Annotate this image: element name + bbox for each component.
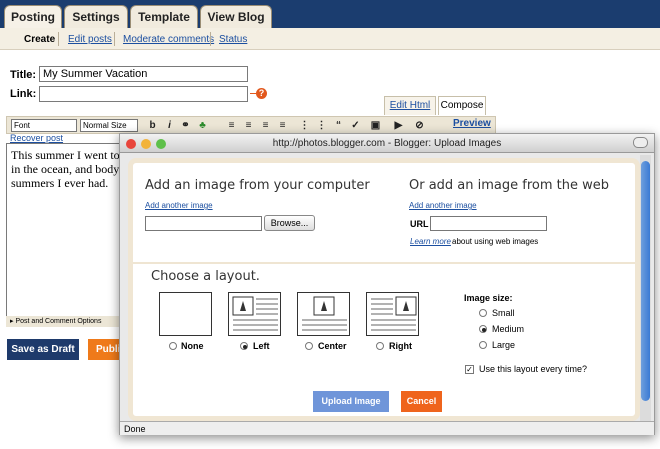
align-center-icon[interactable]: ≡ (242, 119, 255, 132)
image-size-heading: Image size: (464, 293, 513, 303)
post-editor[interactable]: This summer I went to in the ocean, and … (6, 143, 126, 318)
bold-icon[interactable]: b (146, 119, 159, 132)
image-icon[interactable]: ▣ (369, 119, 382, 132)
post-options-toggle[interactable]: ▸ Post and Comment Options (6, 316, 126, 327)
size-small-label: Small (492, 308, 515, 318)
add-another-image-link[interactable]: Add another image (145, 201, 213, 210)
status-bar: Done (120, 421, 654, 435)
layout-left-preview-graphic (232, 296, 278, 331)
learn-more-link[interactable]: Learn more (410, 237, 451, 246)
status-text: Done (124, 424, 146, 434)
triangle-right-icon: ▸ (10, 318, 14, 325)
cancel-button[interactable]: Cancel (401, 391, 442, 412)
size-medium-label: Medium (492, 324, 525, 334)
url-input[interactable] (430, 216, 547, 231)
layout-left-radio[interactable] (240, 342, 248, 350)
sub-nav-bar: Create Edit posts Moderate comments Stat… (0, 28, 660, 50)
color-icon[interactable]: ♣ (196, 119, 209, 132)
spellcheck-icon[interactable]: ✓ (349, 119, 362, 132)
dialog-titlebar: http://photos.blogger.com - Blogger: Upl… (120, 134, 654, 153)
dialog-scrollbar[interactable] (640, 155, 651, 421)
layout-left-preview[interactable] (228, 292, 281, 336)
numbered-list-icon[interactable]: ⋮ (298, 119, 311, 132)
close-icon[interactable] (126, 139, 136, 149)
tab-edit-html[interactable]: Edit Html (384, 96, 436, 115)
link-icon[interactable]: ⚭ (179, 119, 192, 132)
remember-layout-label: Use this layout every time? (479, 364, 588, 374)
upload-panel: Add an image from your computer Or add a… (128, 158, 640, 421)
size-medium-radio[interactable] (479, 325, 487, 333)
layout-right-preview[interactable] (366, 292, 419, 336)
top-nav-bar: Posting Settings Template View Blog (0, 0, 660, 28)
help-icon[interactable]: ? (256, 88, 267, 99)
layout-center-preview-graphic (302, 296, 347, 331)
video-icon[interactable]: ▶ (392, 119, 405, 132)
section-divider (133, 262, 635, 264)
remember-layout-checkbox[interactable]: ✓ (465, 365, 474, 374)
layout-center-label: Center (318, 341, 347, 351)
browse-button[interactable]: Browse... (264, 215, 315, 231)
tab-template[interactable]: Template (130, 5, 198, 28)
file-path-input[interactable] (145, 216, 262, 231)
preview-link[interactable]: Preview (453, 118, 491, 129)
recover-post-link[interactable]: Recover post (10, 133, 63, 143)
divider (58, 32, 59, 46)
layout-none-radio[interactable] (169, 342, 177, 350)
size-large-label: Large (492, 340, 516, 350)
tab-view-blog[interactable]: View Blog (200, 5, 272, 28)
layout-right-label: Right (389, 341, 412, 351)
font-select[interactable]: Font (11, 119, 77, 132)
link-input[interactable] (39, 86, 248, 102)
justify-icon[interactable]: ≡ (276, 119, 289, 132)
save-draft-button[interactable]: Save as Draft (7, 339, 79, 360)
bullet-list-icon[interactable]: ⋮ (315, 119, 328, 132)
size-large-radio[interactable] (479, 341, 487, 349)
web-heading: Or add an image from the web (409, 178, 610, 193)
add-another-web-image-link[interactable]: Add another image (409, 201, 477, 210)
link-label: Link: (10, 88, 37, 100)
size-select[interactable]: Normal Size (80, 119, 138, 132)
url-label: URL (410, 219, 429, 229)
toolbar-toggle-icon[interactable] (633, 137, 648, 148)
title-input[interactable]: My Summer Vacation (39, 66, 248, 82)
layout-right-preview-graphic (371, 296, 417, 331)
post-options-label: Post and Comment Options (15, 318, 102, 325)
publish-button[interactable]: Publis (88, 339, 126, 360)
scrollbar-thumb[interactable] (641, 161, 650, 401)
tab-posting[interactable]: Posting (4, 5, 62, 28)
layout-left-label: Left (253, 341, 270, 351)
dialog-title: http://photos.blogger.com - Blogger: Upl… (272, 138, 502, 149)
tab-settings[interactable]: Settings (64, 5, 128, 28)
tab-compose[interactable]: Compose (438, 96, 486, 115)
zoom-icon[interactable] (156, 139, 166, 149)
size-small-radio[interactable] (479, 309, 487, 317)
subtab-edit-posts[interactable]: Edit posts (68, 34, 112, 45)
subtab-status[interactable]: Status (219, 34, 247, 45)
layout-heading: Choose a layout. (151, 269, 260, 284)
layout-none-label: None (181, 341, 204, 351)
title-label: Title: (10, 69, 37, 81)
subtab-create[interactable]: Create (24, 34, 55, 45)
align-left-icon[interactable]: ≡ (225, 119, 238, 132)
layout-center-preview[interactable] (297, 292, 350, 336)
blockquote-icon[interactable]: “ (332, 119, 345, 132)
align-right-icon[interactable]: ≡ (259, 119, 272, 132)
subtab-moderate-comments[interactable]: Moderate comments (123, 34, 214, 45)
minimize-icon[interactable] (141, 139, 151, 149)
upload-images-dialog: http://photos.blogger.com - Blogger: Upl… (119, 133, 655, 435)
editor-toolbar: Font Normal Size b i ⚭ ♣ ≡ ≡ ≡ ≡ ⋮ ⋮ “ ✓… (6, 116, 496, 134)
layout-right-radio[interactable] (376, 342, 384, 350)
divider (114, 32, 115, 46)
layout-center-radio[interactable] (305, 342, 313, 350)
remove-format-icon[interactable]: ⊘ (413, 119, 426, 132)
divider (210, 32, 211, 46)
learn-more-text: about using web images (452, 237, 539, 246)
italic-icon[interactable]: i (163, 119, 176, 132)
computer-heading: Add an image from your computer (145, 178, 370, 193)
upload-image-button[interactable]: Upload Image (313, 391, 389, 412)
layout-none-preview[interactable] (159, 292, 212, 336)
